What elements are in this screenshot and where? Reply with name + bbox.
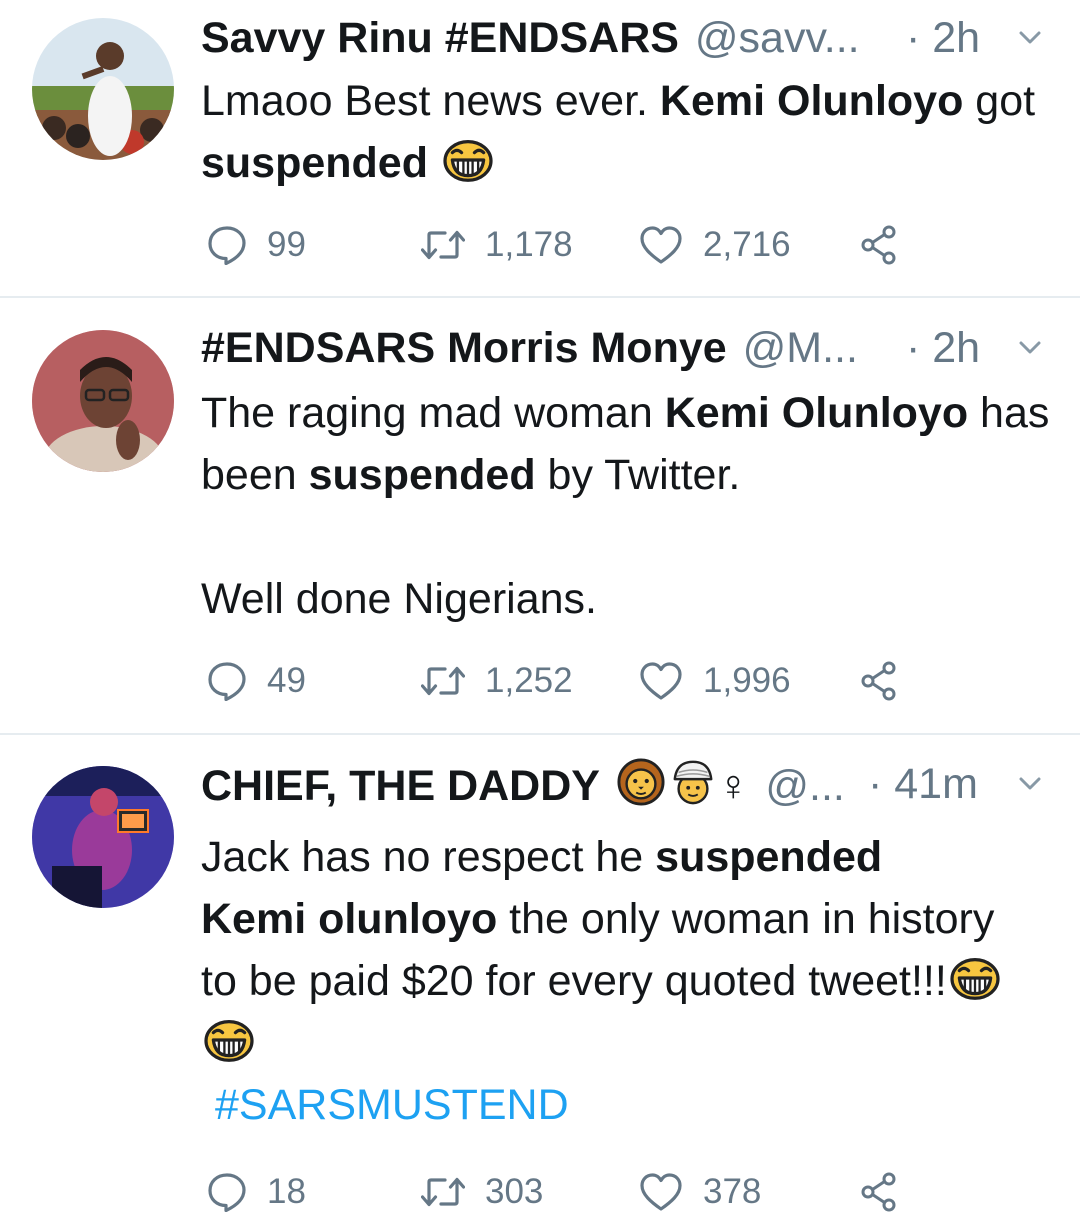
tweet-text: The raging mad woman Kemi Olunloyo has b… bbox=[201, 382, 1071, 630]
author-handle[interactable]: @... bbox=[765, 762, 845, 810]
heart-icon bbox=[639, 661, 683, 701]
avatar[interactable] bbox=[32, 330, 174, 472]
tweet[interactable]: #ENDSARS Morris Monye @M... · 2h The rag… bbox=[0, 310, 1080, 733]
reply-button[interactable]: 18 bbox=[207, 1167, 306, 1217]
share-button[interactable] bbox=[859, 656, 901, 706]
tweet-actions: 99 1,178 2,716 bbox=[201, 220, 961, 270]
reply-button[interactable]: 49 bbox=[207, 656, 306, 706]
like-button[interactable]: 378 bbox=[639, 1167, 761, 1217]
retweet-icon bbox=[421, 229, 465, 261]
display-name[interactable]: Savvy Rinu #ENDSARS bbox=[201, 14, 679, 62]
share-icon bbox=[859, 661, 901, 701]
divider bbox=[0, 733, 1080, 735]
lion-face-icon bbox=[617, 758, 665, 806]
tweet-actions: 18 303 378 bbox=[201, 1167, 961, 1217]
face-with-tears-of-joy-icon bbox=[947, 955, 1003, 1001]
retweet-icon bbox=[421, 665, 465, 697]
chevron-down-icon[interactable] bbox=[1019, 30, 1041, 46]
face-with-tears-of-joy-icon bbox=[201, 1017, 257, 1063]
retweet-button[interactable]: 1,252 bbox=[421, 656, 573, 706]
tweet-paragraph: Well done Nigerians. bbox=[201, 575, 597, 623]
person-with-turban-icon bbox=[669, 758, 717, 806]
tweet-actions: 49 1,252 1,996 bbox=[201, 656, 961, 706]
like-count: 378 bbox=[703, 1172, 762, 1211]
tweet-text: Lmaoo Best news ever. Kemi Olunloyo got … bbox=[201, 77, 1036, 187]
author-handle[interactable]: @M... bbox=[743, 324, 858, 372]
divider bbox=[0, 296, 1080, 298]
retweet-icon bbox=[421, 1176, 465, 1208]
display-name[interactable]: CHIEF, THE DADDY bbox=[201, 762, 599, 810]
retweet-count: 1,252 bbox=[485, 661, 573, 700]
share-button[interactable] bbox=[859, 220, 901, 270]
retweet-button[interactable]: 303 bbox=[421, 1167, 543, 1217]
share-icon bbox=[859, 1172, 901, 1212]
tweet-paragraph: The raging mad woman Kemi Olunloyo has b… bbox=[201, 389, 1050, 499]
like-button[interactable]: 2,716 bbox=[639, 220, 791, 270]
tweet[interactable]: CHIEF, THE DADDY ♀ @... · 41m Jack has n… bbox=[0, 746, 1080, 1223]
author-name[interactable]: CHIEF, THE DADDY ♀ @... bbox=[201, 758, 845, 812]
retweet-count: 303 bbox=[485, 1172, 544, 1211]
like-count: 1,996 bbox=[703, 661, 791, 700]
author-name[interactable]: Savvy Rinu #ENDSARS @savv... bbox=[201, 12, 860, 64]
avatar[interactable] bbox=[32, 18, 174, 160]
timestamp[interactable]: · 2h bbox=[906, 12, 980, 64]
female-sign-icon: ♀ bbox=[717, 762, 750, 810]
share-button[interactable] bbox=[859, 1167, 901, 1217]
timestamp[interactable]: · 41m bbox=[868, 758, 978, 810]
like-count: 2,716 bbox=[703, 225, 791, 264]
display-name[interactable]: #ENDSARS Morris Monye bbox=[201, 324, 727, 372]
retweet-count: 1,178 bbox=[485, 225, 573, 264]
heart-icon bbox=[639, 225, 683, 265]
timestamp[interactable]: · 2h bbox=[906, 322, 980, 374]
tweet-header: Savvy Rinu #ENDSARS @savv... · 2h bbox=[201, 0, 1061, 70]
reply-icon bbox=[207, 225, 247, 265]
tweet-header: #ENDSARS Morris Monye @M... · 2h bbox=[201, 310, 1061, 380]
author-handle[interactable]: @savv... bbox=[695, 14, 860, 62]
avatar[interactable] bbox=[32, 766, 174, 908]
reply-button[interactable]: 99 bbox=[207, 220, 306, 270]
reply-count: 99 bbox=[267, 225, 306, 264]
face-with-tears-of-joy-icon bbox=[440, 137, 496, 183]
tweet-text: Jack has no respect he suspended Kemi olu… bbox=[201, 826, 1041, 1136]
tweet-header: CHIEF, THE DADDY ♀ @... · 41m bbox=[201, 746, 1061, 816]
reply-icon bbox=[207, 661, 247, 701]
like-button[interactable]: 1,996 bbox=[639, 656, 791, 706]
tweet[interactable]: Savvy Rinu #ENDSARS @savv... · 2h Lmaoo … bbox=[0, 0, 1080, 296]
reply-count: 18 bbox=[267, 1172, 306, 1211]
chevron-down-icon[interactable] bbox=[1019, 340, 1041, 356]
retweet-button[interactable]: 1,178 bbox=[421, 220, 573, 270]
share-icon bbox=[859, 225, 901, 265]
reply-icon bbox=[207, 1172, 247, 1212]
chevron-down-icon[interactable] bbox=[1019, 776, 1041, 792]
hashtag-link[interactable]: #SARSMUSTEND bbox=[215, 1074, 1041, 1136]
reply-count: 49 bbox=[267, 661, 306, 700]
heart-icon bbox=[639, 1172, 683, 1212]
author-name[interactable]: #ENDSARS Morris Monye @M... bbox=[201, 322, 858, 374]
